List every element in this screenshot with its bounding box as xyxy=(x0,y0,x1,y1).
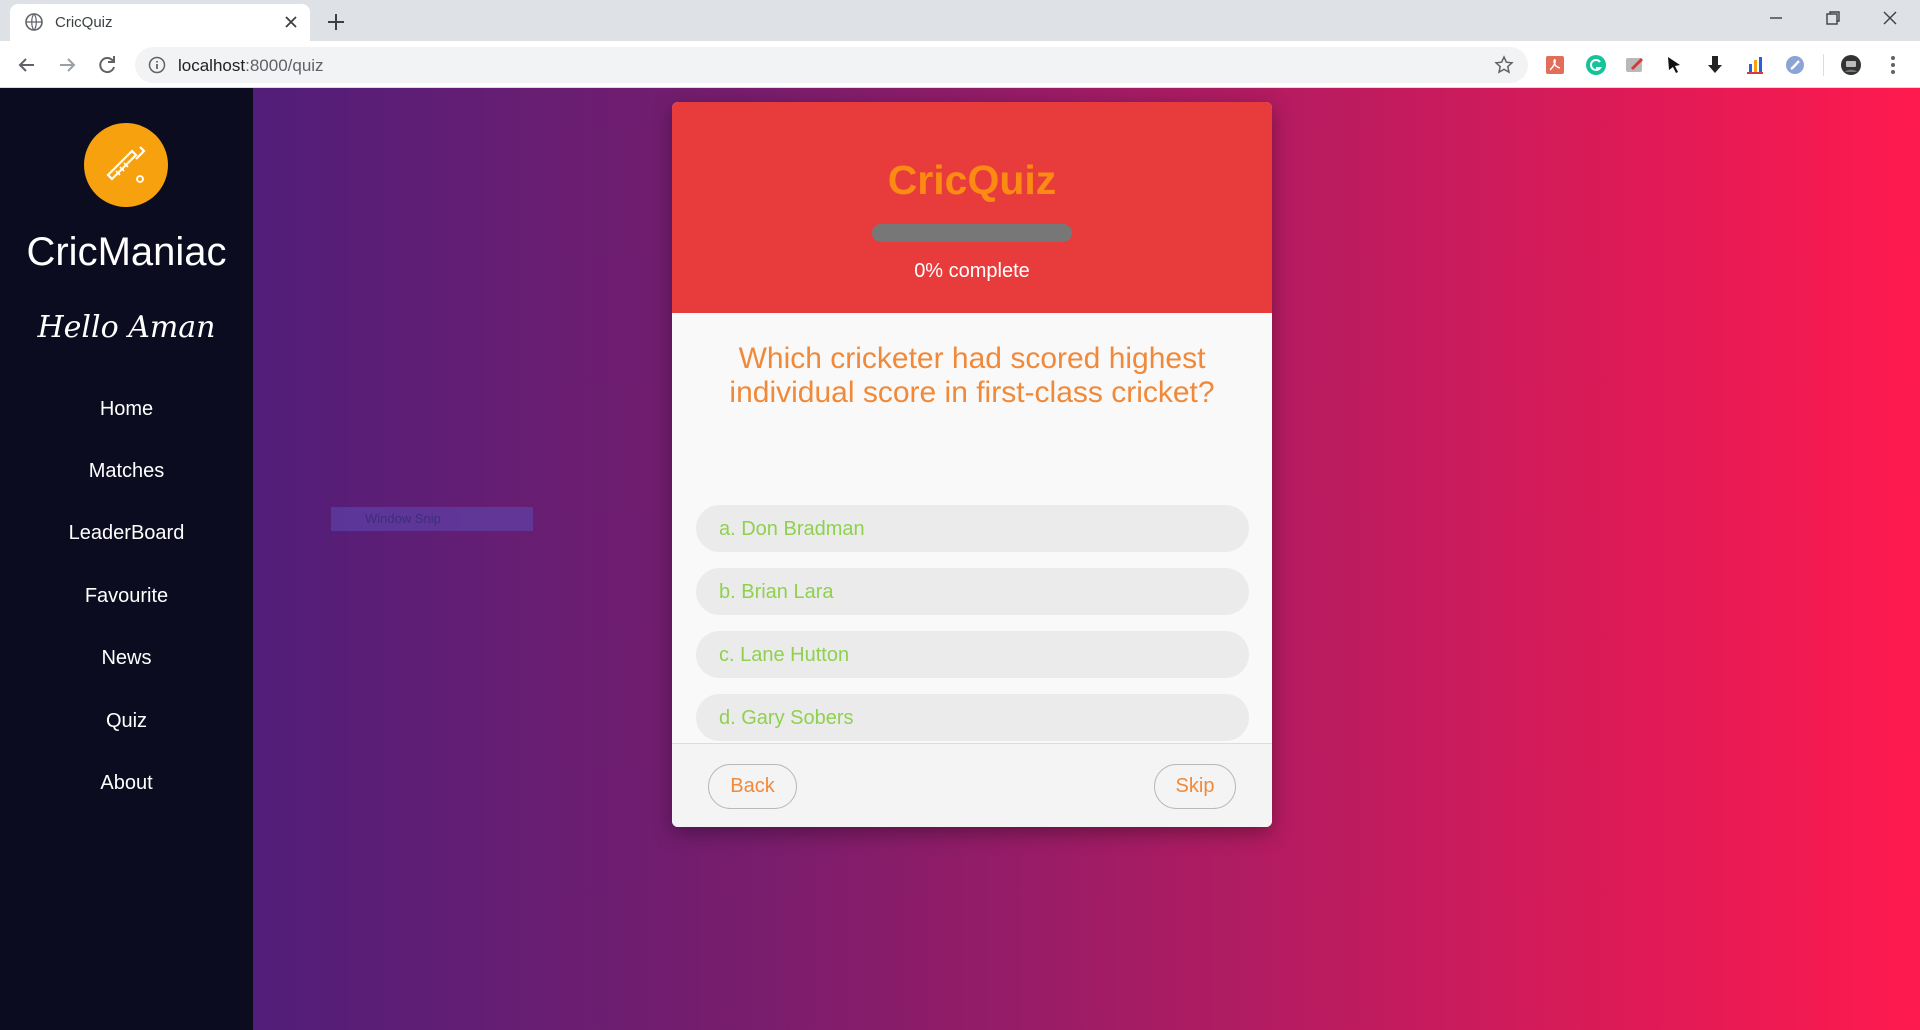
quiz-footer: Back Skip xyxy=(672,743,1272,827)
pdf-extension-icon[interactable] xyxy=(1544,54,1566,76)
progress-bar xyxy=(872,224,1072,242)
address-bar[interactable]: localhost:8000/quiz xyxy=(135,47,1528,83)
url-text: localhost:8000/quiz xyxy=(178,56,324,76)
progress-text: 0% complete xyxy=(914,260,1030,282)
window-snip-overlay: Window Snip xyxy=(331,507,533,531)
nav-matches[interactable]: Matches xyxy=(0,460,253,483)
back-arrow-icon[interactable] xyxy=(14,52,40,78)
option-b[interactable]: b. Brian Lara xyxy=(696,568,1249,615)
option-label: c. Lane Hutton xyxy=(719,644,850,666)
option-label: b. Brian Lara xyxy=(719,581,834,603)
skip-button[interactable]: Skip xyxy=(1154,764,1236,809)
analytics-extension-icon[interactable] xyxy=(1744,54,1766,76)
quiz-header: CricQuiz 0% complete xyxy=(672,102,1272,313)
download-icon[interactable] xyxy=(1704,54,1726,76)
browser-extension-icon[interactable] xyxy=(1784,54,1806,76)
cricket-bat-icon xyxy=(106,146,146,183)
option-c[interactable]: c. Lane Hutton xyxy=(696,631,1249,678)
minimize-icon[interactable] xyxy=(1764,6,1788,30)
nav-news[interactable]: News xyxy=(0,647,253,670)
close-window-icon[interactable] xyxy=(1878,6,1902,30)
question-text: Which cricketer had scored highest indiv… xyxy=(729,342,1215,409)
option-label: a. Don Bradman xyxy=(719,518,865,540)
restore-icon[interactable] xyxy=(1821,6,1845,30)
nav-home[interactable]: Home xyxy=(0,398,253,421)
back-button[interactable]: Back xyxy=(708,764,797,809)
grammarly-icon[interactable] xyxy=(1585,54,1607,76)
nav-about[interactable]: About xyxy=(0,772,253,795)
globe-icon xyxy=(25,13,43,31)
menu-dots-icon[interactable] xyxy=(1882,54,1904,76)
option-a[interactable]: a. Don Bradman xyxy=(696,505,1249,552)
info-icon[interactable] xyxy=(148,56,166,74)
page-background: CricManiac Hello Aman Home Matches Leade… xyxy=(0,88,1920,1030)
quiz-card: CricQuiz 0% complete Which cricketer had… xyxy=(672,102,1272,827)
brand-name: CricManiac xyxy=(26,230,227,274)
user-greeting: Hello Aman xyxy=(37,310,216,345)
window-snip-label: Window Snip xyxy=(365,511,441,526)
nav-quiz[interactable]: Quiz xyxy=(0,710,253,733)
nav-favourite[interactable]: Favourite xyxy=(0,585,253,608)
browser-toolbar: localhost:8000/quiz xyxy=(0,41,1920,88)
profile-avatar-icon[interactable] xyxy=(1840,54,1862,76)
new-tab-icon[interactable] xyxy=(324,10,348,34)
url-host: localhost xyxy=(178,56,246,75)
bookmark-star-icon[interactable] xyxy=(1494,55,1514,75)
reload-icon[interactable] xyxy=(94,52,120,78)
browser-tab[interactable]: CricQuiz xyxy=(10,4,310,41)
sidebar: CricManiac Hello Aman Home Matches Leade… xyxy=(0,88,253,1030)
toolbar-divider xyxy=(1823,54,1824,76)
tab-title: CricQuiz xyxy=(55,14,113,31)
option-d[interactable]: d. Gary Sobers xyxy=(696,694,1249,741)
pointer-extension-icon[interactable] xyxy=(1664,54,1686,76)
url-path: :8000/quiz xyxy=(245,56,324,75)
close-tab-icon[interactable] xyxy=(282,13,300,31)
quiz-title: CricQuiz xyxy=(887,157,1057,203)
edit-extension-icon[interactable] xyxy=(1624,54,1646,76)
logo xyxy=(84,123,168,207)
browser-tab-strip: CricQuiz xyxy=(0,0,1920,41)
option-label: d. Gary Sobers xyxy=(719,707,854,729)
forward-arrow-icon[interactable] xyxy=(54,52,80,78)
nav-leaderboard[interactable]: LeaderBoard xyxy=(0,522,253,545)
